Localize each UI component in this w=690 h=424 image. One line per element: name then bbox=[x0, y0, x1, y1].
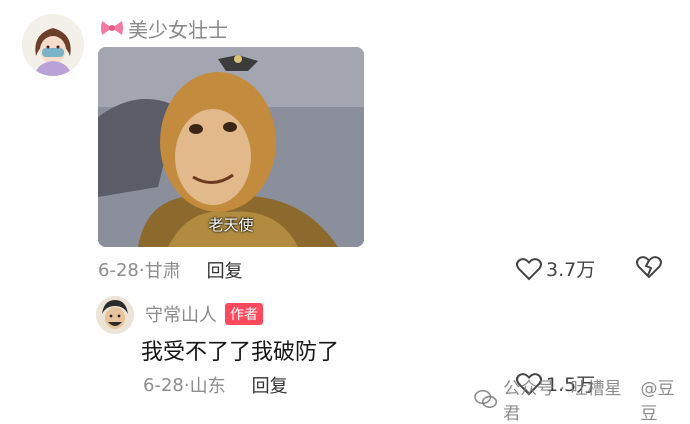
reply-reply-button[interactable]: 回复 bbox=[252, 372, 288, 398]
reply-date: 6-28· bbox=[143, 374, 190, 396]
comment-date: 6-28· bbox=[98, 259, 145, 281]
comment-location: 甘肃 bbox=[144, 261, 181, 282]
comment-like-count: 3.7万 bbox=[546, 259, 596, 281]
bow-icon bbox=[101, 21, 123, 35]
reply-avatar-illustration bbox=[96, 296, 134, 334]
comment-dislike-button[interactable] bbox=[636, 255, 662, 283]
image-caption: 老天使 bbox=[208, 216, 254, 234]
commenter-username-text: 美少女壮士 bbox=[128, 17, 228, 42]
broken-heart-icon bbox=[636, 256, 662, 279]
heart-icon bbox=[516, 257, 542, 280]
reply-username[interactable]: 守常山人 作者 bbox=[145, 301, 263, 327]
reply-avatar[interactable] bbox=[96, 296, 134, 334]
reply-username-text: 守常山人 bbox=[145, 305, 217, 326]
avatar-illustration bbox=[22, 14, 84, 76]
wechat-icon bbox=[474, 389, 498, 409]
reply-location: 山东 bbox=[189, 376, 226, 397]
comment-reply-button[interactable]: 回复 bbox=[207, 257, 243, 283]
commenter-username[interactable]: 美少女壮士 bbox=[100, 14, 228, 42]
comment-like-button[interactable]: 3.7万 bbox=[516, 255, 595, 282]
reply-meta: 6-28· 山东 回复 bbox=[143, 372, 288, 398]
commenter-avatar[interactable] bbox=[22, 14, 84, 76]
author-badge: 作者 bbox=[225, 303, 263, 325]
comment-image[interactable]: 老天使 bbox=[98, 47, 364, 247]
comment-meta: 6-28· 甘肃 回复 bbox=[98, 257, 243, 283]
reply-text: 我受不了了我破防了 bbox=[141, 340, 340, 365]
